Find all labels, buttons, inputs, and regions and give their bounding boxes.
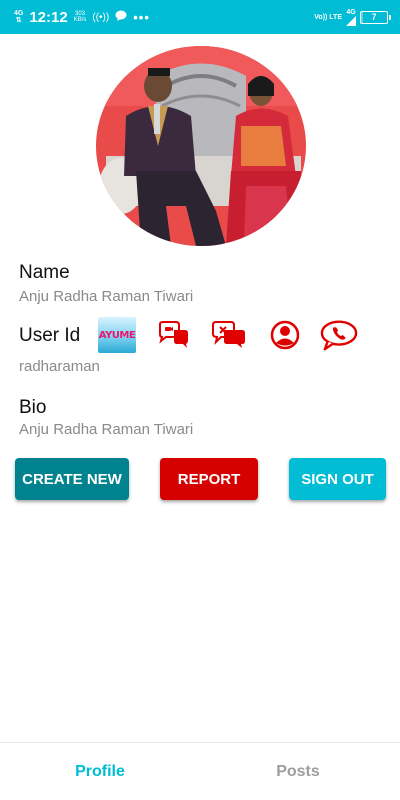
hotspot-icon: ((•)) <box>92 11 110 23</box>
create-new-button[interactable]: CREATE NEW <box>15 458 129 500</box>
battery-icon: 7 <box>360 10 391 24</box>
user-icon[interactable] <box>266 316 304 354</box>
video-chat-icon[interactable] <box>154 316 192 354</box>
tab-posts[interactable]: Posts <box>200 743 396 800</box>
network-right-label: 4G <box>346 8 356 16</box>
avatar-photo <box>96 46 306 246</box>
volte-indicator: Vo)) LTE <box>314 14 342 21</box>
message-icon <box>115 10 127 24</box>
sign-out-button[interactable]: SIGN OUT <box>289 458 386 500</box>
bio-value: Anju Radha Raman Tiwari <box>19 421 194 438</box>
app-logo-text: AYUME <box>98 329 136 341</box>
name-value: Anju Radha Raman Tiwari <box>19 288 194 305</box>
status-left: 4G ⇅ 12:12 303 KB/s ((•)) ••• <box>14 0 150 34</box>
report-button[interactable]: REPORT <box>160 458 258 500</box>
name-label: Name <box>19 262 70 283</box>
call-chat-icon[interactable] <box>320 316 358 354</box>
battery-label: 7 <box>371 12 377 22</box>
signal-bars-icon <box>346 15 356 26</box>
status-right: Vo)) LTE 4G 7 <box>314 0 391 34</box>
network-label: 4G <box>14 10 24 17</box>
more-notifications-icon: ••• <box>133 9 150 25</box>
userid-value: radharaman <box>19 358 100 375</box>
network-right: 4G <box>346 9 356 26</box>
bottom-navigation: Profile Posts <box>0 742 400 800</box>
net-speed: 303 KB/s <box>74 11 87 23</box>
clock: 12:12 <box>29 8 68 26</box>
bio-label: Bio <box>19 397 47 418</box>
status-bar: 4G ⇅ 12:12 303 KB/s ((•)) ••• Vo)) LTE 4… <box>0 0 400 34</box>
chat-icon[interactable] <box>210 316 248 354</box>
app-logo-icon[interactable]: AYUME <box>98 317 136 353</box>
net-speed-unit: KB/s <box>73 17 87 23</box>
signal-arrows-icon: ⇅ <box>15 17 22 24</box>
profile-avatar[interactable] <box>96 46 306 246</box>
battery-level-fill <box>361 11 363 23</box>
network-indicator: 4G ⇅ <box>14 10 23 24</box>
userid-label: User Id <box>19 325 81 346</box>
volte-label: Vo)) LTE <box>314 13 342 21</box>
tab-profile[interactable]: Profile <box>0 743 200 800</box>
